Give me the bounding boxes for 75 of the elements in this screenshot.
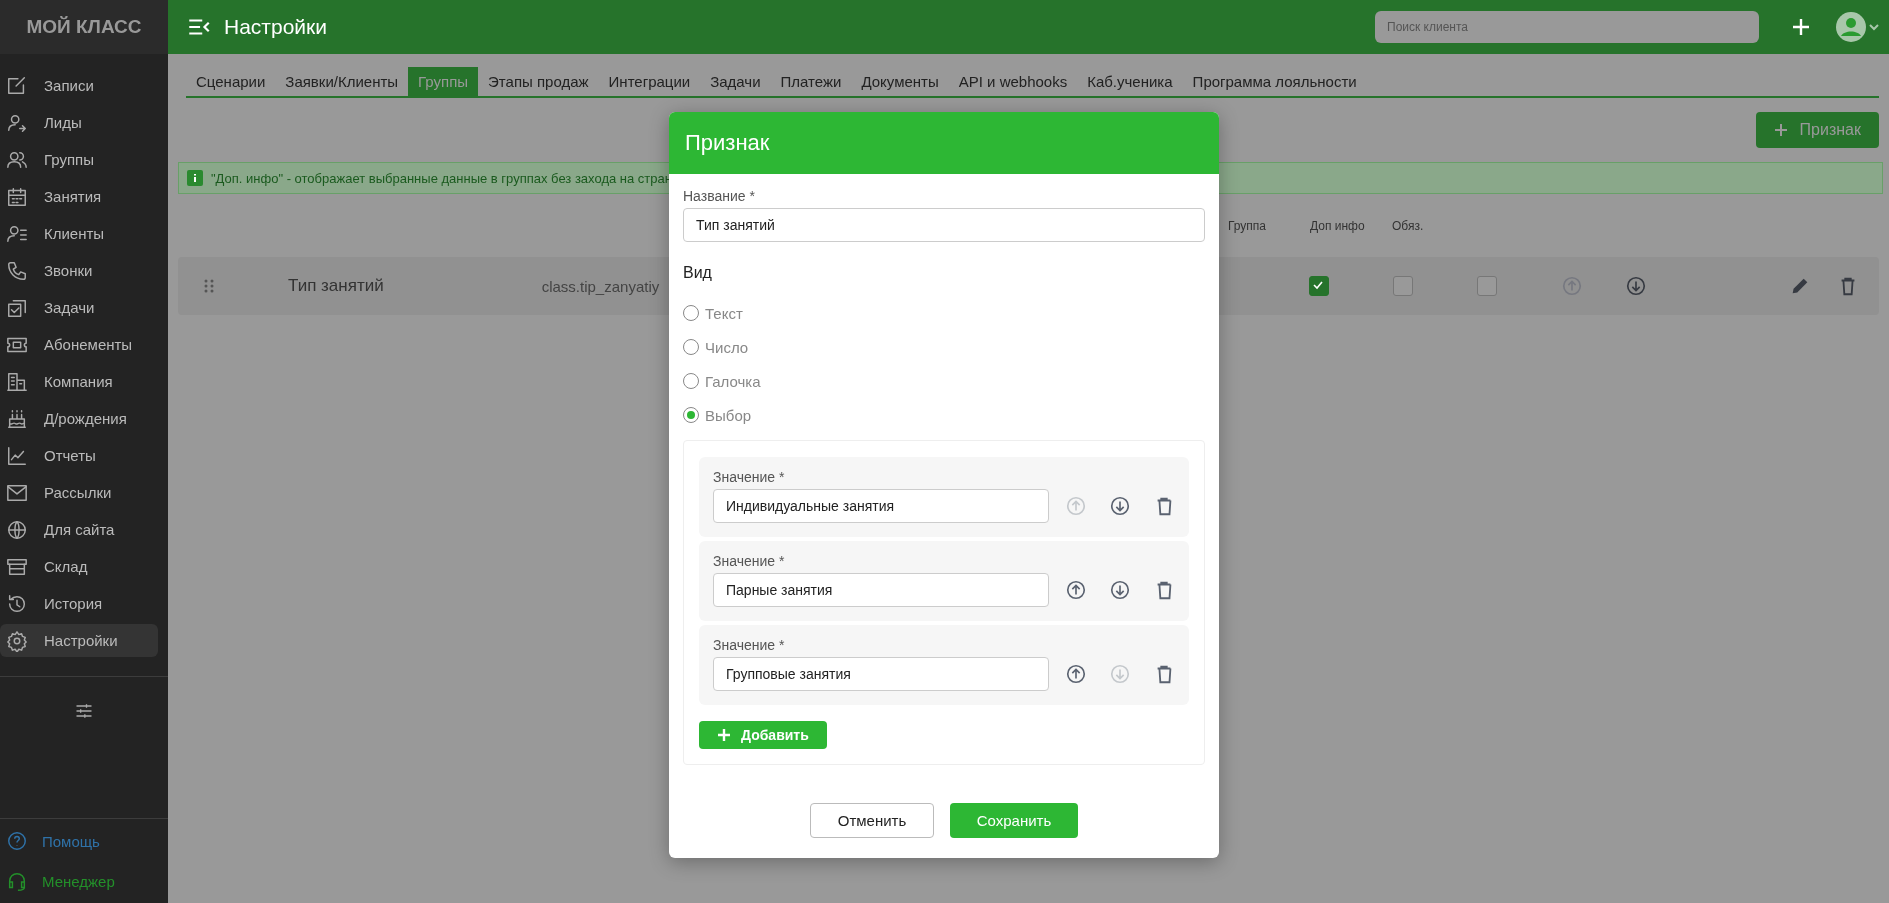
sidebar-item[interactable]: История (0, 587, 158, 620)
section-label: Вид (683, 264, 713, 282)
tab[interactable]: Каб.ученика (1077, 67, 1183, 96)
drag-handle-icon[interactable] (204, 279, 214, 293)
sidebar-item[interactable]: Д/рождения (0, 402, 158, 435)
page-title: Настройки (224, 15, 327, 39)
move-down-icon[interactable] (1625, 275, 1647, 297)
dialog-title: Признак (685, 130, 770, 156)
sidebar-item[interactable]: Записи (0, 69, 158, 102)
tab[interactable]: API и webhooks (948, 67, 1078, 96)
avatar-icon[interactable] (1835, 10, 1879, 44)
radio-option[interactable]: Галочка (683, 364, 1205, 398)
tab[interactable]: Этапы продаж (478, 67, 599, 96)
option-field[interactable]: Индивидуальные занятия (713, 489, 1049, 523)
sidebar-item[interactable]: Отчеты (0, 439, 158, 472)
sidebar-item[interactable]: Абонементы (0, 328, 158, 361)
radio-option[interactable]: Выбор (683, 398, 1205, 432)
checkbox[interactable] (1309, 276, 1329, 296)
sidebar-item[interactable]: Настройки (0, 624, 158, 657)
column-header: Доп инфо (1310, 219, 1366, 233)
sidebar-item[interactable]: Лиды (0, 106, 158, 139)
name-field[interactable]: Тип занятий (683, 208, 1205, 242)
field-label: Значение * (713, 553, 786, 569)
search-field[interactable]: Поиск клиента (1375, 11, 1759, 43)
cancel-button[interactable]: Отменить (810, 803, 934, 838)
building-icon (6, 370, 28, 393)
sidebar-item[interactable]: Группы (0, 143, 158, 176)
edit-icon (6, 74, 28, 97)
move-up-icon[interactable] (1065, 663, 1087, 685)
field-label: Значение * (713, 469, 786, 485)
calendar-icon (6, 185, 28, 208)
field-label: Значение * (713, 637, 786, 653)
sidebar-link[interactable]: Менеджер (0, 863, 168, 899)
tab[interactable]: Заявки/Клиенты (275, 67, 409, 96)
sidebar-item[interactable]: Компания (0, 365, 158, 398)
radio-option[interactable]: Число (683, 330, 1205, 364)
plus-icon (1773, 123, 1788, 137)
column-header: Обяз. (1392, 219, 1425, 233)
move-down-icon[interactable] (1109, 495, 1131, 517)
sidebar-item[interactable]: Рассылки (0, 476, 158, 509)
tab[interactable]: Программа лояльности (1182, 67, 1367, 96)
tab[interactable]: Платежи (770, 67, 852, 96)
chart-icon (6, 444, 28, 467)
sidebar-item[interactable]: Клиенты (0, 217, 158, 250)
sidebar-item[interactable]: Занятия (0, 180, 158, 213)
tab[interactable]: Сценарии (186, 67, 276, 96)
settings-icon (6, 629, 28, 652)
sidebar-item[interactable]: Звонки (0, 254, 158, 287)
history-icon (6, 592, 28, 615)
move-down-icon[interactable] (1109, 579, 1131, 601)
table-cell: class.tip_zanyatiy (541, 277, 660, 295)
tab[interactable]: Документы (851, 67, 949, 96)
sidebar-item[interactable]: Для сайта (0, 513, 158, 546)
checkbox[interactable] (1477, 276, 1497, 296)
checkbox[interactable] (1393, 276, 1413, 296)
sliders-icon[interactable] (74, 701, 94, 721)
tab[interactable]: Задачи (700, 67, 771, 96)
globe-icon (6, 518, 28, 541)
headset-icon (6, 870, 28, 892)
help-icon (6, 830, 28, 852)
logo: МОЙ КЛАСС (0, 0, 168, 54)
sidebar-item[interactable]: Склад (0, 550, 158, 583)
option-field[interactable]: Групповые занятия (713, 657, 1049, 691)
field-label: Название * (683, 188, 756, 204)
cake-icon (6, 407, 28, 430)
plus-icon (717, 728, 731, 742)
tab[interactable]: Интеграции (598, 67, 701, 96)
move-up-icon[interactable] (1065, 579, 1087, 601)
option-field[interactable]: Парные занятия (713, 573, 1049, 607)
sidebar-item[interactable]: Задачи (0, 291, 158, 324)
info-icon (187, 170, 203, 186)
table-cell: Тип занятий (288, 276, 384, 296)
column-header: Группа (1228, 219, 1268, 233)
phone-icon (6, 259, 28, 282)
radio-option[interactable]: Текст (683, 296, 1205, 330)
